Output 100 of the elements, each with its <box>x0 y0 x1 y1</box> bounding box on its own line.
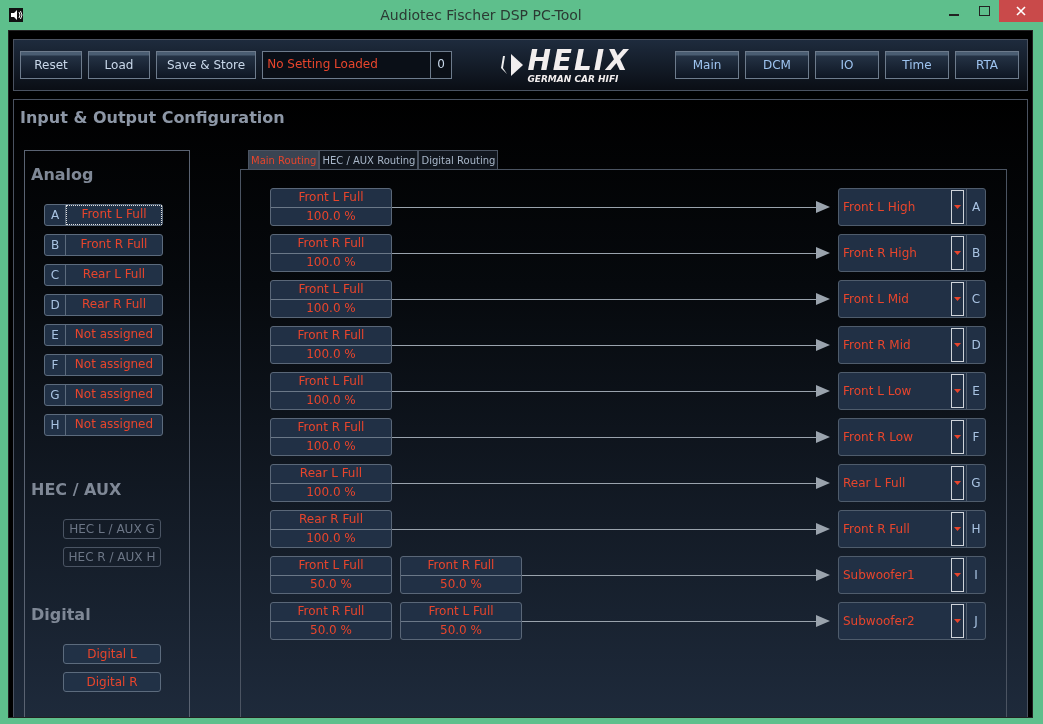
toolbar-button[interactable]: Load <box>88 51 150 79</box>
input-channel[interactable]: B Front R Full <box>44 234 163 256</box>
brand-logo: HELIX GERMAN CAR HIFI <box>527 46 630 84</box>
dropdown-caret-icon[interactable] <box>951 466 964 500</box>
source-gain: 100.0 % <box>305 437 357 455</box>
output-channel-letter: D <box>966 327 985 363</box>
source-gain: 100.0 % <box>305 253 357 271</box>
source-box[interactable]: Front L Full 100.0 % <box>270 372 392 410</box>
channel-letter: E <box>45 325 66 345</box>
input-channel[interactable]: E Not assigned <box>44 324 163 346</box>
output-name: Front R High <box>842 246 918 260</box>
section-title: Digital <box>31 605 92 624</box>
section-title: HEC / AUX <box>31 480 123 499</box>
output-channel-letter: B <box>966 235 985 271</box>
output-channel-letter: G <box>966 465 985 501</box>
source-box[interactable]: Front R Full 100.0 % <box>270 326 392 364</box>
output-name: Front L Mid <box>842 292 910 306</box>
source-box[interactable]: Front R Full 100.0 % <box>270 234 392 272</box>
source-gain: 50.0 % <box>309 575 353 593</box>
channel-letter: D <box>45 295 66 315</box>
source-name: Front R Full <box>271 235 391 254</box>
source-name: Rear L Full <box>271 465 391 484</box>
source-box[interactable]: Front L Full 50.0 % <box>270 556 392 594</box>
output-select[interactable]: Front L High A <box>838 188 986 226</box>
routing-tab[interactable]: Digital Routing <box>418 150 499 169</box>
output-select[interactable]: Front R High B <box>838 234 986 272</box>
source-box[interactable]: Rear L Full 100.0 % <box>270 464 392 502</box>
output-select[interactable]: Front R Low F <box>838 418 986 456</box>
nav-button[interactable]: Time <box>885 51 949 79</box>
maximize-icon[interactable] <box>978 6 990 16</box>
source-box[interactable]: Front L Full 50.0 % <box>400 602 522 640</box>
output-select[interactable]: Front R Mid D <box>838 326 986 364</box>
source-gain: 50.0 % <box>309 621 353 639</box>
output-channel-letter: H <box>966 511 985 547</box>
toolbar-button[interactable]: Save & Store <box>156 51 257 79</box>
source-name: Front R Full <box>271 419 391 438</box>
dropdown-caret-icon[interactable] <box>951 236 964 270</box>
source-box[interactable]: Front L Full 100.0 % <box>270 280 392 318</box>
source-name: Front R Full <box>271 327 391 346</box>
output-select[interactable]: Rear L Full G <box>838 464 986 502</box>
output-select[interactable]: Subwoofer2 J <box>838 602 986 640</box>
output-name: Front L Low <box>842 384 913 398</box>
channel-letter: F <box>45 355 66 375</box>
dropdown-caret-icon[interactable] <box>951 328 964 362</box>
routing-tab[interactable]: HEC / AUX Routing <box>319 150 419 169</box>
nav-button[interactable]: IO <box>815 51 879 79</box>
nav-button[interactable]: RTA <box>955 51 1019 79</box>
output-select[interactable]: Front L Low E <box>838 372 986 410</box>
input-label: Rear R Full <box>81 296 147 313</box>
input-label: Not assigned <box>73 326 155 343</box>
dropdown-caret-icon[interactable] <box>951 282 964 316</box>
output-channel-letter: F <box>966 419 985 455</box>
source-name: Front L Full <box>271 281 391 300</box>
input-label: Not assigned <box>73 386 155 403</box>
nav-button[interactable]: DCM <box>745 51 809 79</box>
dropdown-caret-icon[interactable] <box>951 374 964 408</box>
close-icon[interactable] <box>1016 6 1026 16</box>
input-channel[interactable]: F Not assigned <box>44 354 163 376</box>
output-channel-letter: E <box>966 373 985 409</box>
dropdown-caret-icon[interactable] <box>951 604 964 638</box>
input-label: Not assigned <box>73 356 155 373</box>
output-name: Front R Mid <box>842 338 912 352</box>
source-name: Front R Full <box>271 603 391 622</box>
dropdown-caret-icon[interactable] <box>951 420 964 454</box>
dropdown-caret-icon[interactable] <box>951 512 964 546</box>
output-select[interactable]: Subwoofer1 I <box>838 556 986 594</box>
input-label: Rear L Full <box>81 266 147 283</box>
source-gain: 100.0 % <box>305 529 357 547</box>
input-channel[interactable]: D Rear R Full <box>44 294 163 316</box>
toolbar-button[interactable]: Reset <box>20 51 82 79</box>
source-name: Front L Full <box>271 189 391 208</box>
source-gain: 100.0 % <box>305 483 357 501</box>
source-gain: 100.0 % <box>305 299 357 317</box>
input-channel[interactable]: G Not assigned <box>44 384 163 406</box>
output-channel-letter: A <box>966 189 985 225</box>
setting-number: 0 <box>436 56 446 73</box>
channel-letter: C <box>45 265 66 285</box>
source-gain: 50.0 % <box>439 575 483 593</box>
speaker-icon <box>9 8 23 22</box>
source-box[interactable]: Front R Full 100.0 % <box>270 418 392 456</box>
source-box[interactable]: Rear R Full 100.0 % <box>270 510 392 548</box>
input-channel[interactable]: C Rear L Full <box>44 264 163 286</box>
source-gain: 50.0 % <box>439 621 483 639</box>
input-channel[interactable]: Digital L <box>63 644 161 664</box>
section-title: Analog <box>31 165 95 184</box>
input-channel[interactable]: A Front L Full <box>44 204 163 226</box>
input-label: Front L Full <box>66 205 162 225</box>
source-box[interactable]: Front R Full 50.0 % <box>270 602 392 640</box>
output-select[interactable]: Front L Mid C <box>838 280 986 318</box>
output-select[interactable]: Front R Full H <box>838 510 986 548</box>
source-gain: 100.0 % <box>305 345 357 363</box>
source-box[interactable]: Front R Full 50.0 % <box>400 556 522 594</box>
output-name: Subwoofer1 <box>842 568 916 582</box>
input-label: Front R Full <box>79 236 149 253</box>
input-channel[interactable]: H Not assigned <box>44 414 163 436</box>
source-box[interactable]: Front L Full 100.0 % <box>270 188 392 226</box>
nav-button[interactable]: Main <box>675 51 739 79</box>
window-title: Audiotec Fischer DSP PC-Tool <box>379 7 583 23</box>
dropdown-caret-icon[interactable] <box>951 190 964 224</box>
dropdown-caret-icon[interactable] <box>951 558 964 592</box>
